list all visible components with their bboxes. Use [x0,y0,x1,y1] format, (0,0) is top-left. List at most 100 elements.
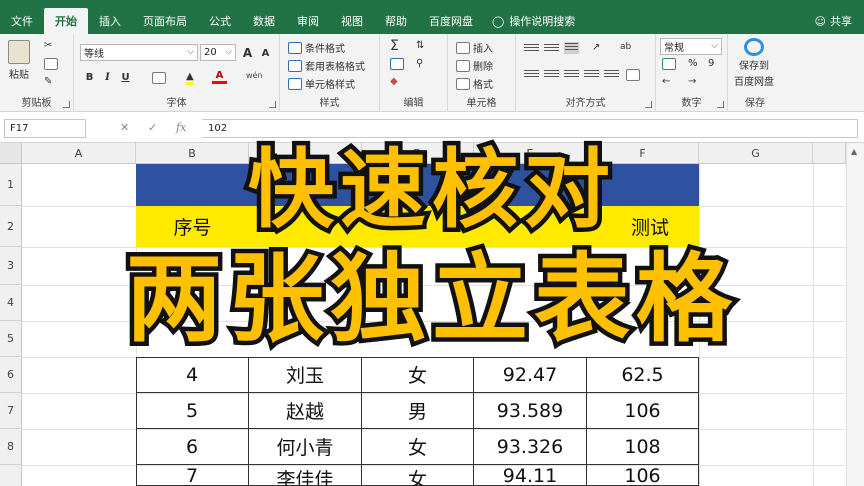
name-box[interactable]: F17 [4,119,86,138]
tell-me-search[interactable]: ◯ 操作说明搜索 [492,8,575,34]
table-cell[interactable]: 7 [136,465,249,486]
paste-icon [8,40,30,64]
align-left-icon[interactable] [524,70,539,82]
font-name-combo[interactable]: 等线 ⌵ [80,44,198,61]
bold-button[interactable]: B [82,70,97,85]
group-label-font: 字体 [166,98,187,109]
table-cell[interactable]: 女 [362,357,474,393]
confirm-icon[interactable]: ✓ [148,121,157,134]
clear-button[interactable]: ◆ [390,76,398,87]
insert-cells-label: 插入 [473,44,493,55]
tab-data[interactable]: 数据 [242,8,286,34]
alignment-launcher-icon[interactable] [645,101,652,108]
italic-button[interactable]: I [100,70,115,85]
paste-button[interactable]: 粘贴 [8,40,30,81]
lightbulb-icon: ◯ [492,14,505,28]
tab-review[interactable]: 审阅 [286,8,330,34]
formula-input[interactable]: 102 [202,119,858,138]
conditional-format-button[interactable]: 条件格式 [288,40,345,55]
row-header-6[interactable]: 6 [0,357,22,393]
format-cells-button[interactable]: 格式 [456,76,493,91]
table-cell[interactable]: 93.589 [474,393,587,429]
table-cell[interactable]: 男 [362,393,474,429]
table-cell[interactable]: 女 [362,465,474,486]
table-cell[interactable]: 刘玉 [249,357,362,393]
scissors-icon: ✂ [44,40,53,51]
table-cell[interactable]: 93.326 [474,429,587,465]
chevron-down-icon: ⌵ [711,41,718,51]
tab-file[interactable]: 文件 [0,8,44,34]
decrease-decimal-button[interactable]: → [688,76,696,87]
group-label-save: 保存 [745,98,765,109]
tab-home[interactable]: 开始 [44,8,88,34]
number-format-combo[interactable]: 常规 ⌵ [660,38,722,55]
cell-styles-button[interactable]: 单元格样式 [288,76,355,91]
table-cell[interactable]: 何小青 [249,429,362,465]
cut-button[interactable]: ✂ [44,40,52,51]
tab-insert[interactable]: 插入 [88,8,132,34]
orientation-button[interactable]: ↗ [592,42,600,53]
group-clipboard: 粘贴 ✂ ✎ 剪贴板 [0,34,74,112]
share-button[interactable]: ☺ 共享 [815,8,852,34]
sort-filter-button[interactable]: ⇅ [416,40,424,51]
table-cell[interactable]: 108 [587,429,699,465]
table-cell[interactable]: 94.11 [474,465,587,486]
align-top-icon[interactable] [524,44,539,56]
number-launcher-icon[interactable] [717,101,724,108]
grow-font-button[interactable]: A [240,45,255,60]
chevron-down-icon: ⌵ [187,47,194,57]
comma-style-button[interactable]: 9 [708,58,714,69]
align-middle-icon[interactable] [544,44,559,56]
row-header-9[interactable] [0,465,22,486]
row-header-7[interactable]: 7 [0,393,22,429]
tab-help[interactable]: 帮助 [374,8,418,34]
increase-decimal-button[interactable]: ← [662,76,670,87]
save-to-netdisk-button[interactable]: 保存到 百度网盘 [734,38,774,88]
phonetic-button[interactable]: wén [246,71,263,80]
merge-center-button[interactable] [626,69,640,81]
cancel-icon[interactable]: ✕ [120,121,129,134]
clipboard-launcher-icon[interactable] [63,101,70,108]
increase-indent-icon[interactable] [604,70,619,82]
font-color-button[interactable]: A [212,70,227,84]
font-size-combo[interactable]: 20 ⌵ [200,44,236,61]
font-launcher-icon[interactable] [269,101,276,108]
borders-button[interactable] [152,72,166,84]
align-right-icon[interactable] [564,70,579,82]
group-cells: 插入 删除 格式 单元格 [448,34,516,112]
shrink-font-button[interactable]: A [258,46,273,61]
insert-function-icon[interactable]: fx [176,121,186,134]
insert-cells-button[interactable]: 插入 [456,40,493,55]
table-cell[interactable]: 6 [136,429,249,465]
table-cell[interactable]: 92.47 [474,357,587,393]
table-cell[interactable]: 106 [587,465,699,486]
copy-button[interactable] [44,58,58,70]
delete-cells-button[interactable]: 删除 [456,58,493,73]
underline-button[interactable]: U [118,70,133,85]
fill-color-button[interactable]: ▲ [186,71,194,85]
table-cell[interactable]: 5 [136,393,249,429]
align-bottom-icon[interactable] [564,42,579,54]
table-cell[interactable]: 62.5 [587,357,699,393]
tab-page-layout[interactable]: 页面布局 [132,8,198,34]
table-cell[interactable]: 女 [362,429,474,465]
align-center-icon[interactable] [544,70,559,82]
table-cell[interactable]: 李佳佳 [249,465,362,486]
tab-view[interactable]: 视图 [330,8,374,34]
tab-formulas[interactable]: 公式 [198,8,242,34]
table-cell[interactable]: 赵越 [249,393,362,429]
format-as-table-button[interactable]: 套用表格格式 [288,58,365,73]
tab-baidu-netdisk[interactable]: 百度网盘 [418,8,484,34]
percent-button[interactable]: % [688,58,698,69]
find-select-button[interactable]: ⚲ [416,58,423,69]
conditional-format-icon [288,41,302,54]
decrease-indent-icon[interactable] [584,70,599,82]
autosum-button[interactable]: Σ [390,38,399,54]
table-cell[interactable]: 106 [587,393,699,429]
wrap-text-button[interactable]: ab [620,42,631,52]
accounting-format-button[interactable] [662,58,676,70]
format-painter-button[interactable]: ✎ [44,76,52,87]
fill-button[interactable] [390,58,404,70]
row-header-8[interactable]: 8 [0,429,22,465]
table-cell[interactable]: 4 [136,357,249,393]
